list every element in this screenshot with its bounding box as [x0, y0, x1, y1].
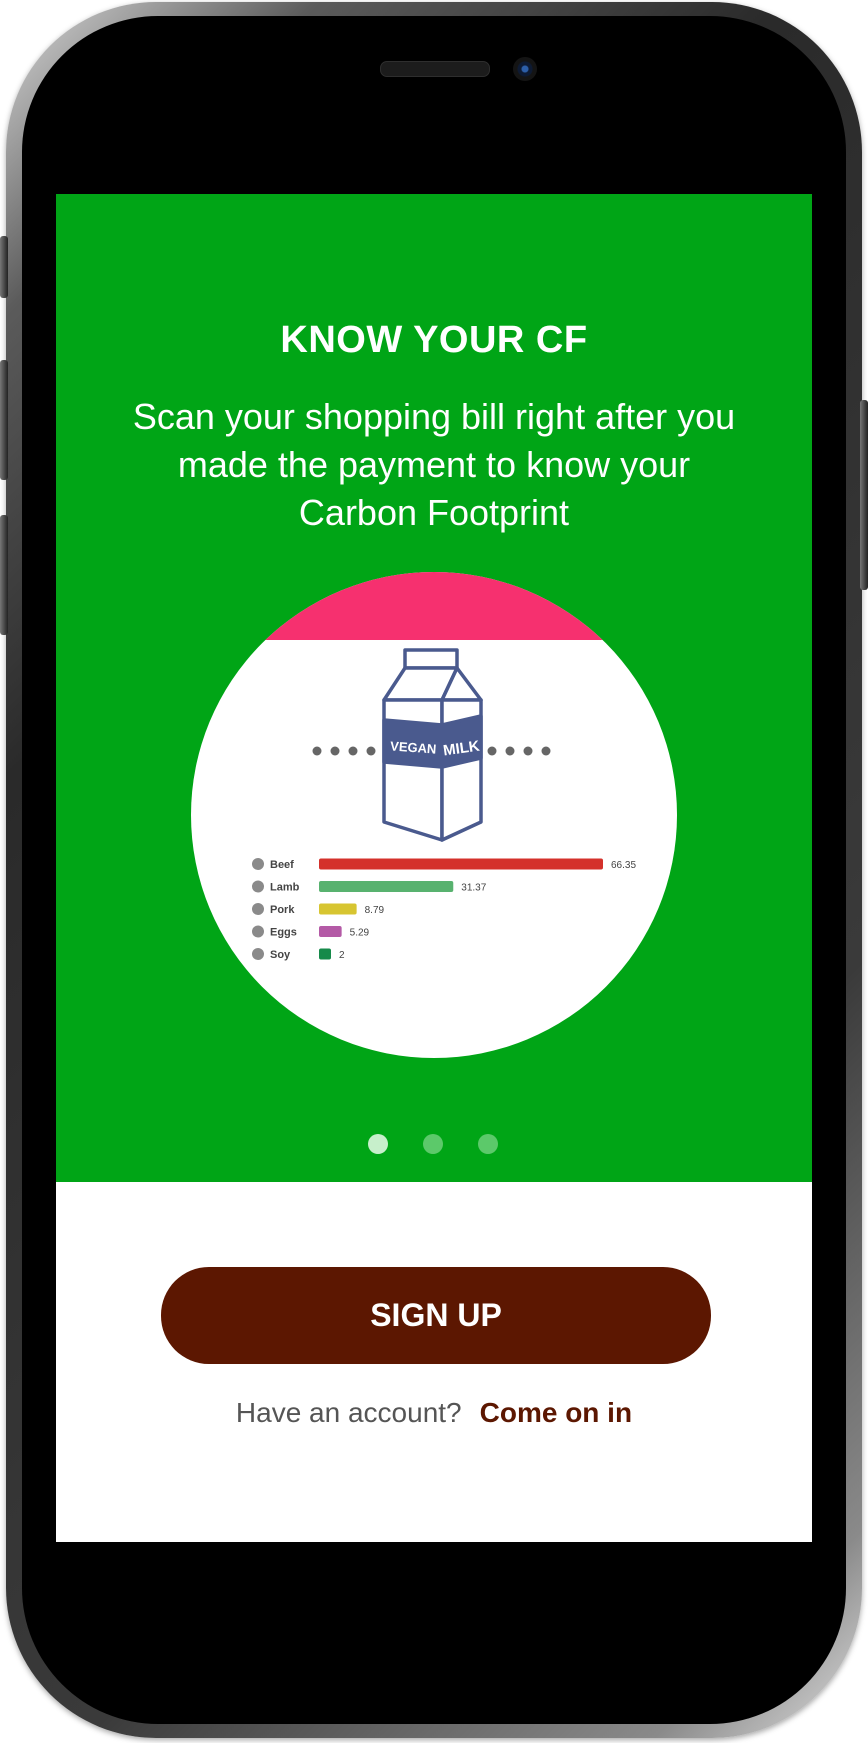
- chart-value-label: 5.29: [350, 928, 370, 939]
- mute-switch: [0, 236, 8, 298]
- chart-value-label: 2: [339, 950, 345, 961]
- pink-banner: [191, 572, 677, 640]
- sheep-icon: [252, 880, 264, 893]
- sign-up-button[interactable]: SIGN UP: [161, 1267, 711, 1364]
- dotted-line-right: [487, 746, 551, 756]
- chart-bar-lamb: [319, 881, 454, 892]
- chart-category-label: Pork: [270, 904, 295, 916]
- pagination-dot-3[interactable]: [478, 1134, 498, 1154]
- eggs-icon: [252, 925, 264, 938]
- volume-up-button: [0, 360, 8, 480]
- front-camera-icon: [513, 57, 537, 81]
- chart-value-label: 66.35: [611, 860, 636, 871]
- pagination-dot-2[interactable]: [423, 1134, 443, 1154]
- pagination-dots: [56, 1134, 812, 1158]
- earpiece-speaker: [380, 61, 490, 77]
- chart-category-label: Soy: [270, 949, 291, 961]
- pagination-dot-1[interactable]: [368, 1134, 388, 1154]
- chart-value-label: 31.37: [461, 883, 486, 894]
- slide-title: KNOW YOUR CF: [280, 319, 588, 361]
- have-account-text: Have an account?: [235, 1397, 462, 1428]
- chart-bar-soy: [319, 948, 331, 960]
- chart-value-label: 8.79: [365, 905, 385, 916]
- carbon-footprint-illustration: VEGAN MILK Beef 66.35 Lamb 31.37 Pork 8.79 Egg…: [191, 572, 677, 1058]
- login-prompt: Have an account? Come on in: [56, 1397, 812, 1429]
- chart-category-label: Beef: [270, 859, 294, 871]
- chart-bar-pork: [319, 903, 357, 915]
- chart-category-label: Lamb: [270, 882, 300, 894]
- chart-bar-beef: [319, 858, 603, 870]
- slide-description: Scan your shopping bill right after you …: [132, 396, 736, 533]
- power-button: [860, 400, 868, 590]
- footprint-bar-chart: Beef 66.35 Lamb 31.37 Pork 8.79 Eggs 5.29 Soy 2: [252, 858, 636, 961]
- onboarding-slide[interactable]: KNOW YOUR CF Scan your shopping bill rig…: [56, 194, 812, 1182]
- dotted-line-left: [312, 746, 376, 756]
- pig-icon: [252, 903, 264, 915]
- chart-bar-eggs: [319, 926, 342, 937]
- onboarding-screen: KNOW YOUR CF Scan your shopping bill rig…: [56, 194, 812, 1542]
- soy-icon: [252, 948, 264, 960]
- illustration-svg: VEGAN MILK Beef 66.35Lamb 31.37Pork 8.79Egg…: [191, 572, 677, 961]
- cow-icon: [252, 858, 264, 870]
- chart-category-label: Eggs: [270, 927, 297, 939]
- volume-down-button: [0, 515, 8, 635]
- login-link[interactable]: Come on in: [480, 1397, 632, 1428]
